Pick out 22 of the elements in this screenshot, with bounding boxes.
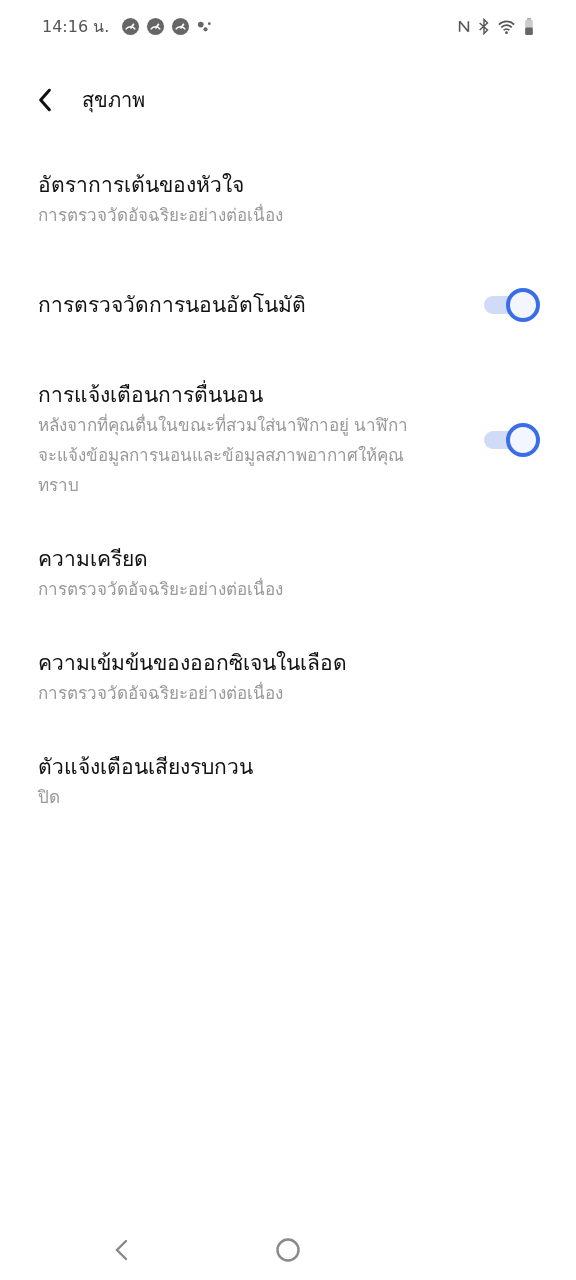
setting-description: หลังจากที่คุณตื่นในขณะที่สวมใส่นาฬิกาอยู่ นาฬิกาจะแจ้งข้อมูลการนอนและข้อมูลสภาพอากาศให้คุณทราบ xyxy=(38,412,410,497)
back-icon[interactable] xyxy=(36,87,54,113)
setting-title[interactable]: ความเครียด xyxy=(38,544,148,574)
setting-title[interactable]: ตัวแจ้งเตือนเสียงรบกวน xyxy=(38,752,253,782)
setting-title[interactable]: อัตราการเต้นของหัวใจ xyxy=(38,170,244,200)
toggle-switch[interactable] xyxy=(482,423,540,457)
gauge-icon xyxy=(171,16,191,36)
setting-description: ปิด xyxy=(38,786,60,809)
gauge-icon xyxy=(121,16,141,36)
home-nav-icon[interactable] xyxy=(275,1237,301,1263)
setting-description: การตรวจวัดอัจฉริยะอย่างต่อเนื่อง xyxy=(38,680,283,705)
status-time: 14:16 น. xyxy=(42,15,110,38)
gauge-icon xyxy=(146,16,166,36)
toggle-switch[interactable] xyxy=(482,288,540,322)
setting-title[interactable]: การแจ้งเตือนการตื่นนอน xyxy=(38,380,263,410)
setting-description: การตรวจวัดอัจฉริยะอย่างต่อเนื่อง xyxy=(38,576,283,601)
setting-title[interactable]: ความเข้มข้นของออกซิเจนในเลือด xyxy=(38,648,347,678)
page-title: สุขภาพ xyxy=(82,87,145,115)
setting-title[interactable]: การตรวจวัดการนอนอัตโนมัติ xyxy=(38,290,306,320)
bluetooth-icon xyxy=(477,16,491,36)
setting-description: การตรวจวัดอัจฉริยะอย่างต่อเนื่อง xyxy=(38,202,283,227)
battery-icon xyxy=(522,16,536,36)
